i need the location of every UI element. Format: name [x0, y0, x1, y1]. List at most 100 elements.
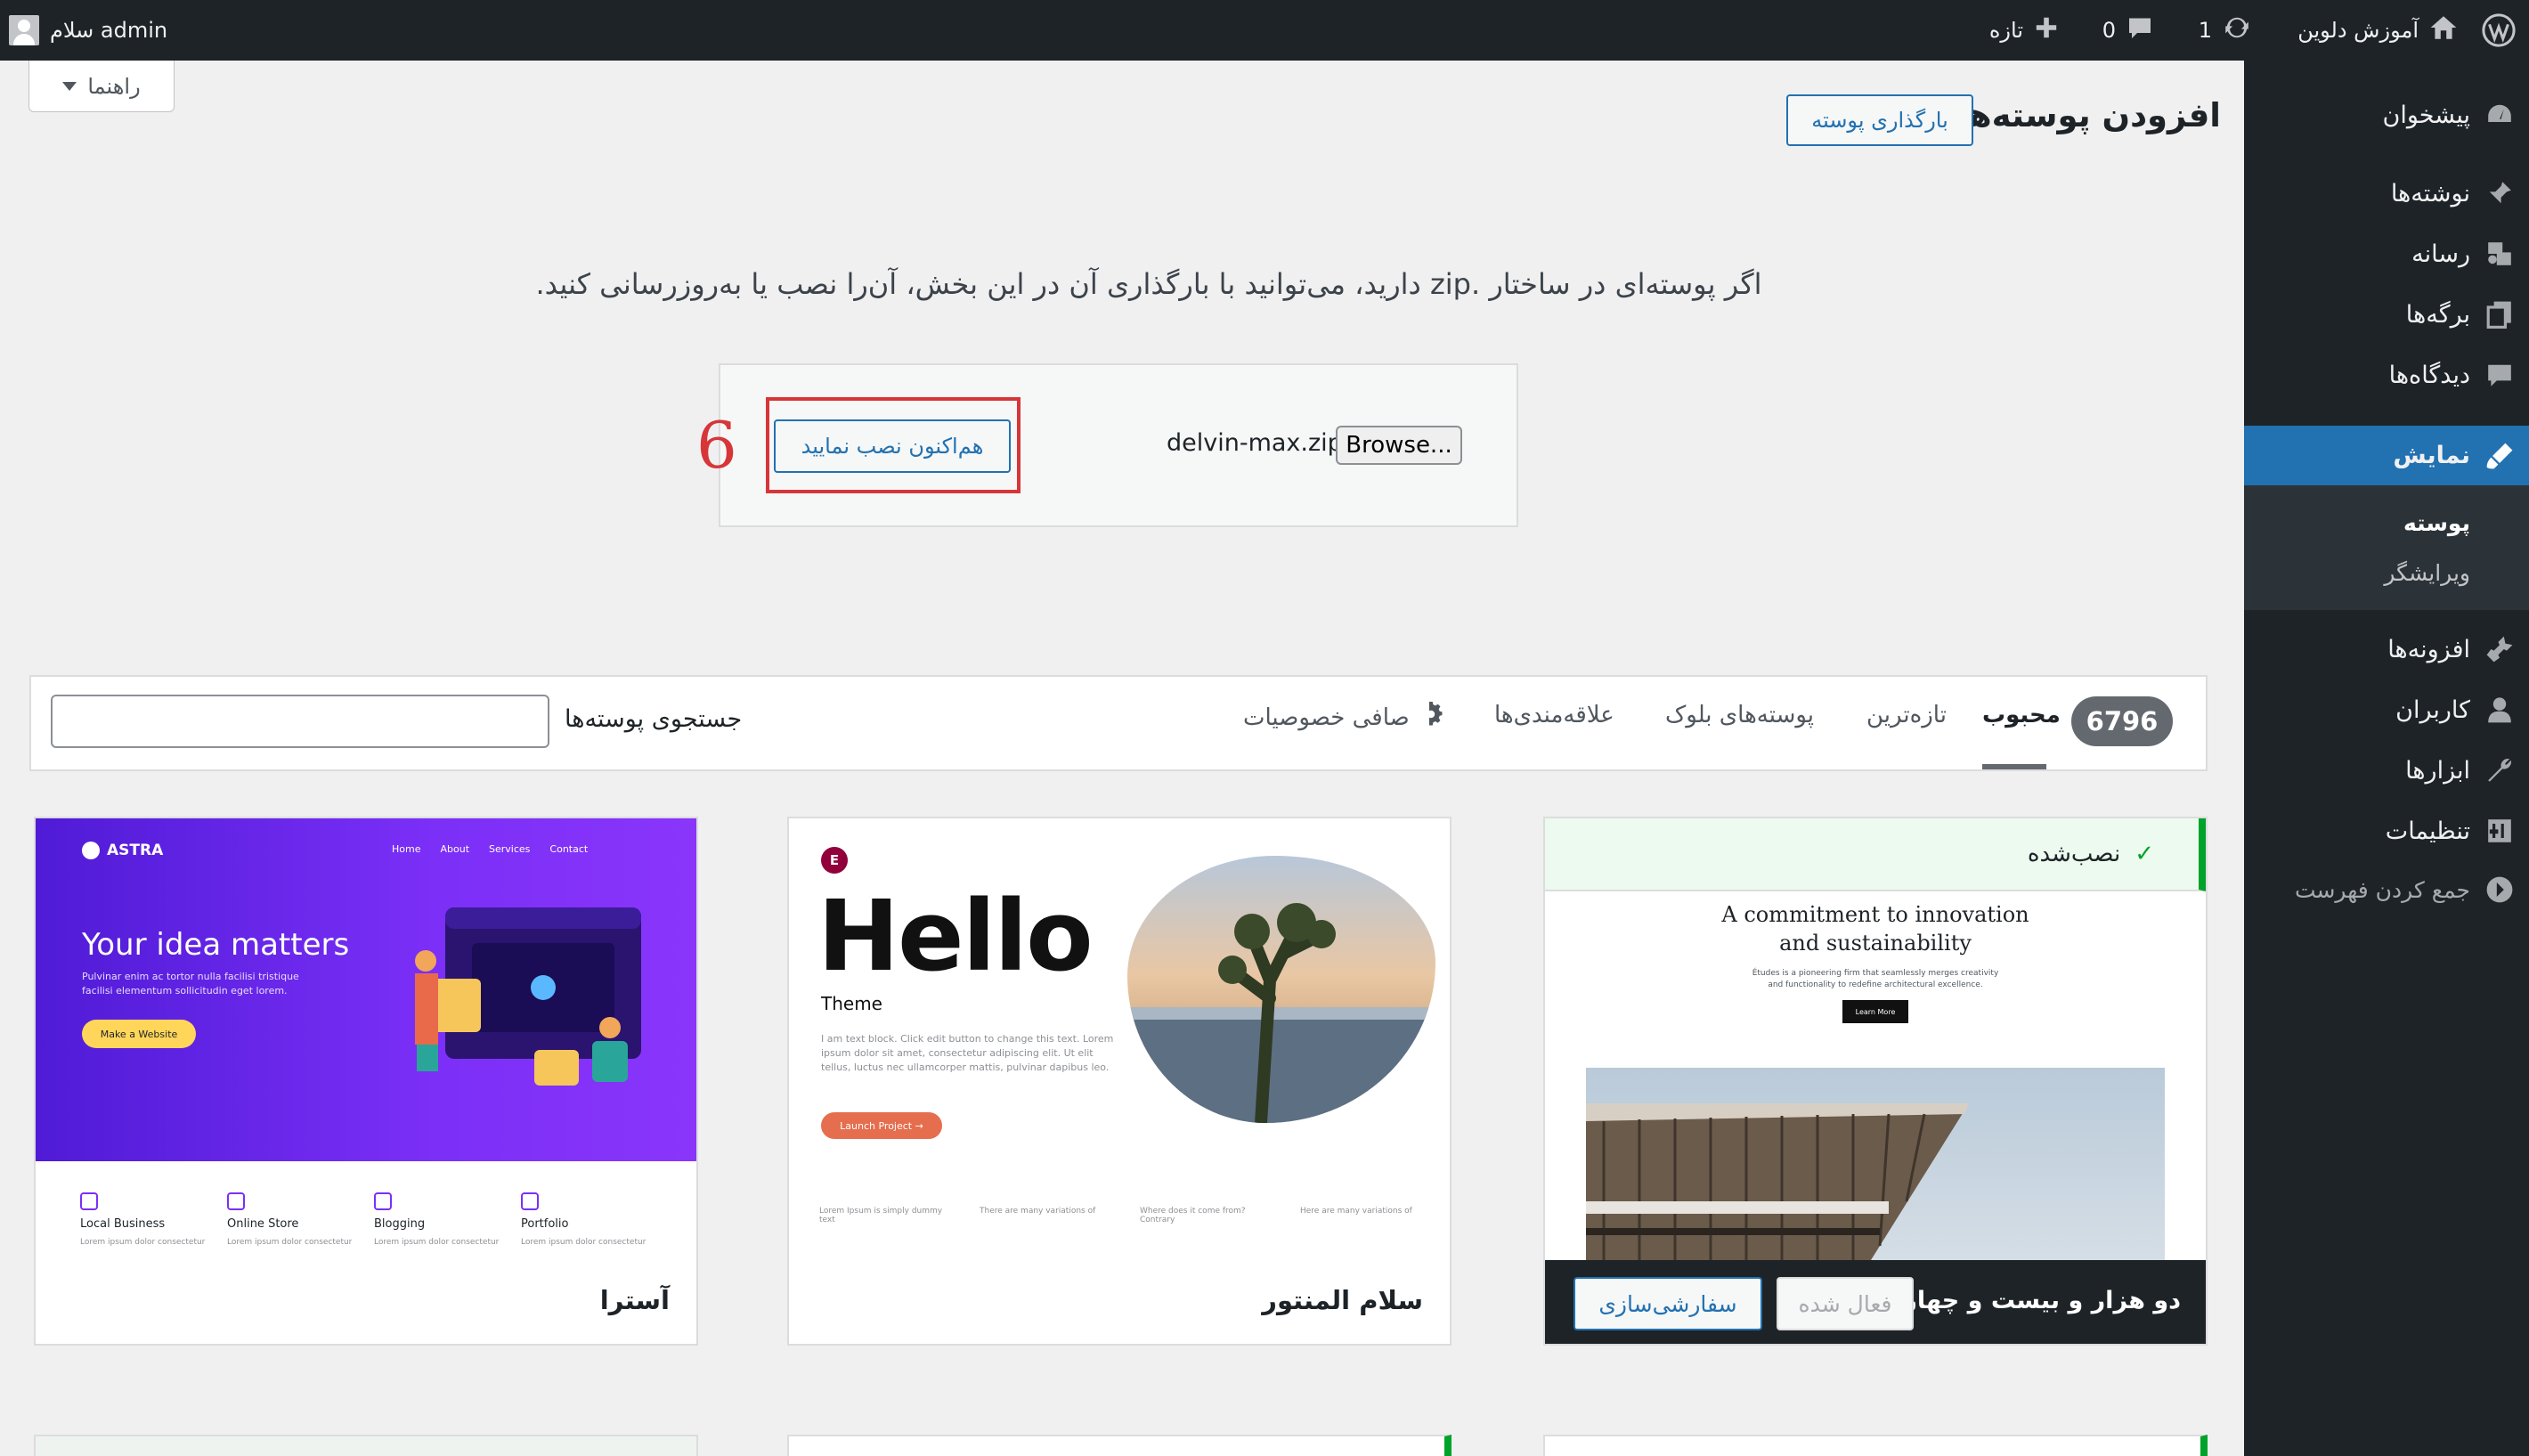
- preview-feature: Portfolio Lorem ipsum dolor consectetur: [521, 1192, 646, 1247]
- tools-icon: [2484, 755, 2515, 785]
- submenu-themes[interactable]: پوسته: [2244, 498, 2529, 548]
- search-themes-input[interactable]: [51, 695, 549, 748]
- menu-label: نوشته‌ها: [2390, 179, 2470, 207]
- feature-icon: [227, 1192, 245, 1210]
- feature-label: Online Store: [227, 1217, 299, 1231]
- preview-subtext-line: Études is a pioneering firm that seamles…: [1752, 969, 1999, 978]
- preview-feature-row: Lorem Ipsum is simply dummy text There a…: [819, 1207, 1434, 1224]
- feature-label: Portfolio: [521, 1217, 569, 1231]
- theme-screenshot[interactable]: E Hello Theme I am text block. Click edi…: [789, 818, 1450, 1260]
- menu-pages[interactable]: برگه‌ها: [2244, 285, 2529, 344]
- admin-bar: آموزش دلوین 1 0 تازه سلام admin: [0, 0, 2529, 61]
- browse-file-button[interactable]: Browse...: [1336, 426, 1462, 465]
- submenu-editor[interactable]: ویرایشگر: [2244, 548, 2529, 598]
- astra-logo-icon: [82, 842, 100, 859]
- install-now-button[interactable]: هم‌اکنون نصب نمایید: [774, 419, 1011, 473]
- activated-button: فعال شده: [1777, 1277, 1914, 1330]
- preview-feature: Local Business Lorem ipsum dolor consecte…: [80, 1192, 205, 1247]
- new-label: تازه: [1988, 18, 2023, 43]
- dashboard-icon: [2484, 100, 2515, 130]
- theme-card-active[interactable]: نصب‌شده ✓ A commitment to innovation and…: [1543, 817, 2208, 1346]
- comments-icon: [2484, 360, 2515, 390]
- illustration-image: [415, 907, 641, 1086]
- settings-icon: [2484, 816, 2515, 846]
- menu-label: دیدگاه‌ها: [2388, 361, 2470, 389]
- menu-users[interactable]: کاربران: [2244, 680, 2529, 739]
- tab-block-themes[interactable]: پوسته‌های بلوک: [1665, 702, 1814, 728]
- upload-theme-button[interactable]: بارگذاری پوسته: [1786, 94, 1973, 146]
- customize-button[interactable]: سفارشی‌سازی: [1574, 1277, 1762, 1330]
- menu-label: ابزارها: [2405, 756, 2470, 785]
- menu-posts[interactable]: نوشته‌ها: [2244, 164, 2529, 223]
- theme-card-astra[interactable]: ASTRA Home About Services Contact Your i…: [34, 817, 698, 1346]
- checkmark-icon: ✓: [2135, 841, 2154, 867]
- upload-description: اگر پوسته‌ای در ساختار .zip دارید، می‌تو…: [535, 267, 1762, 301]
- my-account-link[interactable]: سلام admin: [9, 0, 167, 61]
- menu-label: برگه‌ها: [2405, 300, 2470, 329]
- selected-file-name: delvin-max.zip: [1167, 429, 1343, 457]
- theme-screenshot[interactable]: ASTRA Home About Services Contact Your i…: [36, 818, 696, 1260]
- search-themes-label: جستجوی پوسته‌ها: [565, 705, 743, 733]
- menu-settings[interactable]: تنظیمات: [2244, 801, 2529, 860]
- comments-count: 0: [2102, 18, 2116, 43]
- menu-media[interactable]: رسانه: [2244, 224, 2529, 283]
- preview-subtitle: Theme: [821, 993, 882, 1014]
- step-number: 6: [696, 408, 737, 483]
- preview-button: Launch Project →: [821, 1112, 942, 1139]
- submenu-label: ویرایشگر: [2384, 559, 2470, 586]
- theme-card-next[interactable]: [34, 1435, 698, 1456]
- tab-favorites[interactable]: علاقه‌مندی‌ها: [1494, 702, 1614, 728]
- home-icon: [2429, 13, 2458, 47]
- preview-feature: Here are many variations of: [1300, 1207, 1412, 1216]
- theme-count-badge: 6796: [2071, 696, 2173, 746]
- preview-button: Learn More: [1842, 1000, 1908, 1023]
- preview-headline: Hello: [817, 879, 1094, 993]
- menu-dashboard[interactable]: پیشخوان: [2244, 85, 2529, 144]
- preview-nav-item: Home: [392, 843, 421, 855]
- preview-feature: Online Store Lorem ipsum dolor consectetu…: [227, 1192, 352, 1247]
- feature-label: Local Business: [80, 1217, 166, 1231]
- preview-headline-line: and sustainability: [1779, 931, 1972, 956]
- admin-sidebar: پیشخوان نوشته‌ها رسانه برگه‌ها دیدگاه‌ها…: [2230, 61, 2529, 1456]
- feature-note: Lorem ipsum dolor consectetur: [227, 1238, 353, 1247]
- gear-icon: [1419, 702, 1443, 733]
- menu-comments[interactable]: دیدگاه‌ها: [2244, 346, 2529, 404]
- menu-tools[interactable]: ابزارها: [2244, 741, 2529, 800]
- comments-link[interactable]: 0: [2102, 0, 2153, 61]
- menu-appearance[interactable]: نمایش: [2230, 426, 2529, 485]
- preview-feature: Lorem Ipsum is simply dummy text: [819, 1207, 943, 1224]
- menu-label: رسانه: [2411, 240, 2470, 268]
- collapse-icon: [2484, 874, 2515, 905]
- menu-label: نمایش: [2393, 442, 2470, 469]
- updates-count: 1: [2198, 18, 2212, 43]
- caret-down-icon: [62, 81, 77, 91]
- tab-latest[interactable]: تازه‌ترین: [1866, 702, 1947, 728]
- wordpress-logo-icon[interactable]: [2468, 0, 2529, 61]
- plus-icon: [2034, 15, 2059, 45]
- greeting: سلام admin: [50, 18, 168, 43]
- help-tab-label: راهنما: [87, 73, 141, 99]
- site-name-link[interactable]: آموزش دلوین: [2297, 0, 2458, 61]
- site-name: آموزش دلوین: [2297, 18, 2419, 43]
- menu-plugins[interactable]: افزونه‌ها: [2244, 620, 2529, 679]
- theme-screenshot[interactable]: نصب‌شده ✓ A commitment to innovation and…: [1545, 818, 2206, 1260]
- collapse-menu-button[interactable]: جمع کردن فهرست: [2244, 860, 2529, 919]
- users-icon: [2484, 695, 2515, 725]
- theme-card-next[interactable]: [1543, 1435, 2208, 1456]
- avatar: [9, 15, 39, 45]
- theme-card-hello[interactable]: E Hello Theme I am text block. Click edi…: [787, 817, 1452, 1346]
- theme-name: دو هزار و بیست و چهار: [1903, 1287, 2181, 1314]
- theme-name: آسترا: [599, 1285, 670, 1315]
- preview-headline: A commitment to innovation and sustainab…: [1545, 900, 2206, 957]
- theme-card-next[interactable]: [787, 1435, 1452, 1456]
- preview-feature: Blogging Lorem ipsum dolor consectetur: [374, 1192, 499, 1247]
- new-content-link[interactable]: تازه: [1989, 0, 2059, 61]
- media-icon: [2484, 239, 2515, 269]
- tab-popular[interactable]: محبوب: [1982, 702, 2061, 728]
- feature-filter-button[interactable]: صافی خصوصیات: [1243, 702, 1443, 733]
- updates-link[interactable]: 1: [2199, 0, 2251, 61]
- menu-label: تنظیمات: [2385, 817, 2470, 845]
- preview-subtext-line: and functionality to redefine architectu…: [1768, 980, 1983, 989]
- menu-label: افزونه‌ها: [2387, 635, 2470, 663]
- help-tab-button[interactable]: راهنما: [28, 61, 175, 112]
